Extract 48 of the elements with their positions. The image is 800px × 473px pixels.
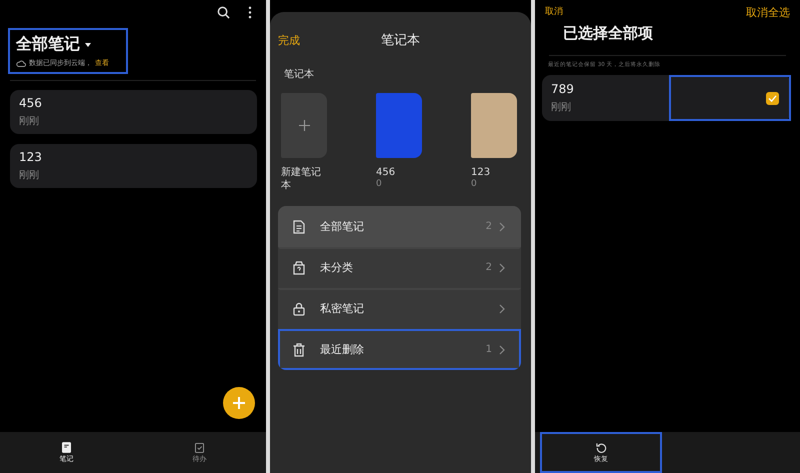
sheet-title: 笔记本 [381,32,420,49]
checkbox[interactable] [766,92,779,104]
chevron-icon [499,344,505,354]
plus-icon [298,120,310,131]
note-time: 刚刚 [19,169,40,182]
menu-item[interactable]: 未分类 2 [278,247,521,288]
section-label: 笔记本 [284,68,314,81]
question-box-icon [293,260,305,274]
note-card[interactable]: 789 刚刚 [542,75,791,121]
notebook-name: 新建笔记本 [281,166,322,192]
item-count: 2 [486,221,492,232]
note-title: 123 [19,150,43,164]
note-card[interactable]: 123 刚刚 [10,144,257,188]
chevron-icon [499,304,505,314]
search-icon[interactable] [217,6,230,19]
cancel-button[interactable]: 取消 [545,5,563,18]
note-time: 刚刚 [551,101,572,114]
caret-icon[interactable] [85,42,91,46]
cloud-icon [16,60,26,66]
note-title: 789 [551,82,575,96]
menu-item[interactable]: 私密笔记 [278,288,521,329]
checkmark-icon [768,94,777,102]
more-icon[interactable] [248,6,252,19]
plus-icon [232,396,246,410]
note-card[interactable]: 456 刚刚 [10,90,257,134]
notebook-count: 0 [376,179,383,189]
done-button[interactable]: 完成 [278,32,300,48]
menu-item[interactable]: 最近删除 1 [278,329,521,370]
trash-icon [293,342,305,356]
item-count: 1 [486,344,492,355]
chevron-icon [499,262,505,272]
notebook-name: 456 [376,166,396,179]
chevron-icon [499,222,505,232]
note-icon [62,442,71,452]
page-title: 已选择全部项 [563,24,654,43]
notebook-name: 123 [471,166,492,179]
deselect-all-button[interactable]: 取消全选 [746,5,790,20]
document-icon [293,220,305,234]
page-title[interactable]: 全部笔记 [16,34,80,55]
menu-item[interactable]: 全部笔记 2 [278,206,521,247]
note-time: 刚刚 [19,115,40,128]
add-button[interactable] [223,387,255,419]
item-count: 2 [486,262,492,273]
checklist-icon [195,442,204,452]
lock-icon [293,302,305,316]
note-title: 456 [19,96,43,110]
notebook-count: 0 [471,179,478,189]
restore-icon [596,442,606,452]
